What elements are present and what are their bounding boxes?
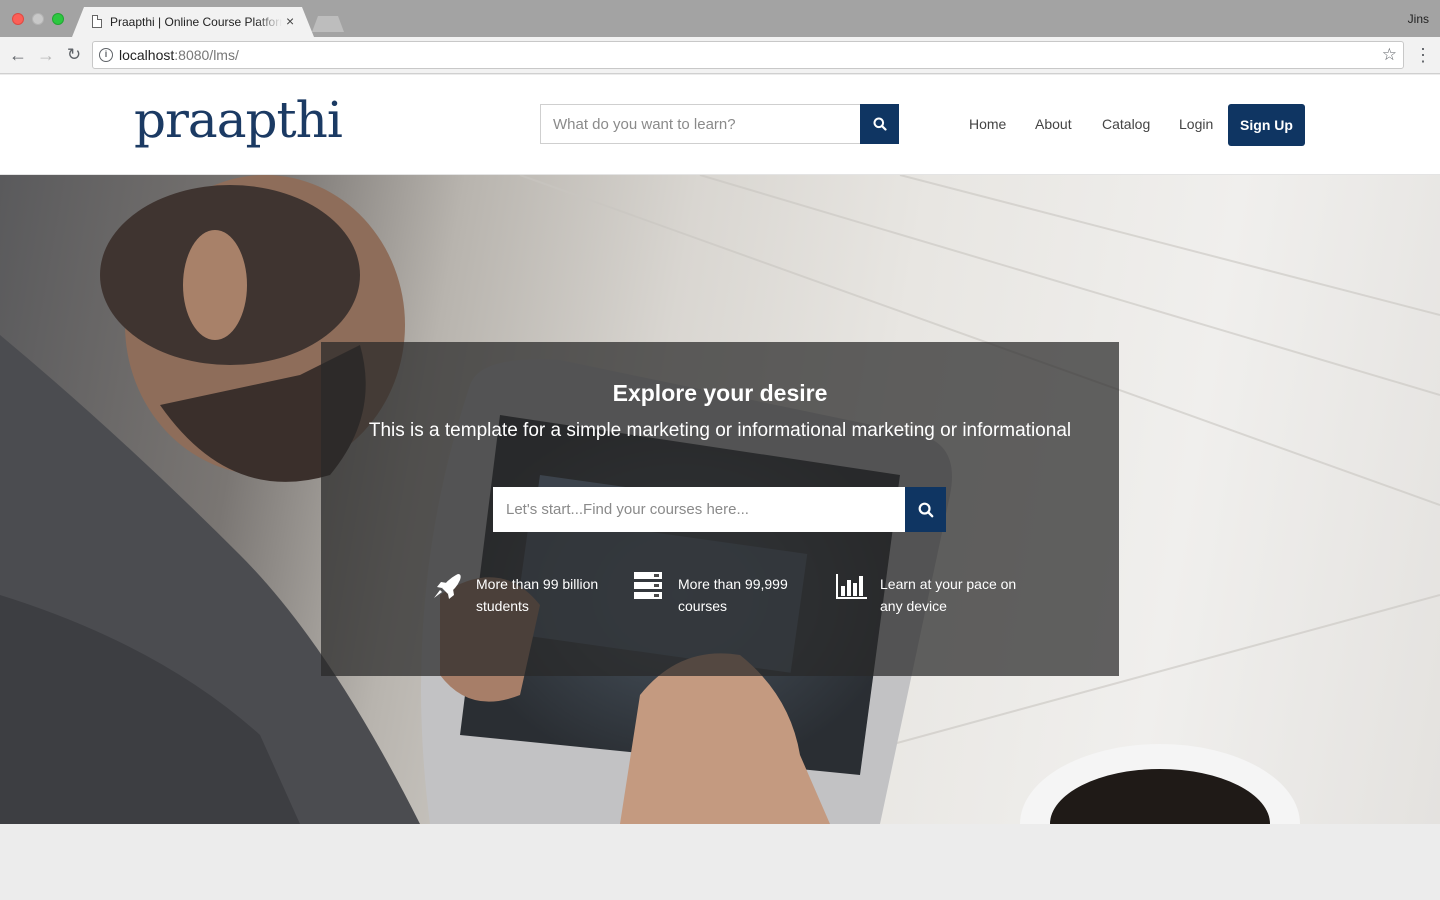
browser-tab-bar: Praapthi | Online Course Platform × Jins bbox=[0, 0, 1440, 37]
feature-pace-text: Learn at your pace on any device bbox=[880, 576, 1017, 614]
bar-chart-icon bbox=[836, 574, 867, 599]
header-search bbox=[540, 104, 899, 144]
course-search-button[interactable] bbox=[905, 487, 946, 532]
browser-menu-icon[interactable]: ⋮ bbox=[1414, 45, 1432, 65]
site-header: praapthi Home About Catalog Login Sign U… bbox=[0, 75, 1440, 175]
forward-arrow-icon[interactable]: → bbox=[36, 45, 56, 65]
reload-icon[interactable]: ↻ bbox=[64, 45, 84, 65]
tab-close-icon[interactable]: × bbox=[286, 13, 294, 29]
server-icon bbox=[634, 572, 662, 599]
search-icon bbox=[873, 117, 887, 131]
sign-up-button[interactable]: Sign Up bbox=[1228, 104, 1305, 146]
new-tab-button[interactable] bbox=[312, 16, 344, 32]
logo-text: praapthi bbox=[134, 91, 343, 149]
hero-section: Explore your desire This is a template f… bbox=[0, 175, 1440, 824]
nav-home[interactable]: Home bbox=[969, 116, 1006, 132]
hero-panel: Explore your desire This is a template f… bbox=[321, 342, 1119, 676]
hero-title: Explore your desire bbox=[612, 380, 828, 406]
feature-students-text: More than 99 billion students bbox=[476, 576, 599, 614]
address-bar[interactable]: i localhost:8080/lms/ ☆ bbox=[92, 41, 1404, 69]
close-window-button[interactable] bbox=[12, 13, 24, 25]
feature-courses-text: More than 99,999 courses bbox=[678, 576, 788, 614]
back-arrow-icon[interactable]: ← bbox=[8, 45, 28, 65]
bookmark-star-icon[interactable]: ☆ bbox=[1382, 45, 1397, 65]
profile-name[interactable]: Jins bbox=[1408, 12, 1429, 26]
nav-login[interactable]: Login bbox=[1179, 116, 1213, 132]
url-host: localhost bbox=[119, 47, 175, 63]
course-search-input[interactable] bbox=[493, 487, 906, 532]
page-footer-area bbox=[0, 824, 1440, 900]
nav-about[interactable]: About bbox=[1035, 116, 1072, 132]
rocket-icon bbox=[434, 574, 461, 599]
hero-search bbox=[493, 487, 946, 532]
minimize-window-button[interactable] bbox=[32, 13, 44, 25]
tab-title: Praapthi | Online Course Platform bbox=[110, 15, 282, 29]
page-icon bbox=[92, 15, 102, 28]
url-text[interactable]: localhost:8080/lms/ bbox=[119, 47, 239, 63]
nav-catalog[interactable]: Catalog bbox=[1102, 116, 1150, 132]
praapthi-logo[interactable]: praapthi bbox=[134, 86, 343, 156]
hero-subtitle: This is a template for a simple marketin… bbox=[368, 420, 1072, 441]
header-search-input[interactable] bbox=[540, 104, 861, 144]
url-path: :8080/lms/ bbox=[174, 47, 239, 63]
info-icon[interactable]: i bbox=[99, 48, 113, 62]
maximize-window-button[interactable] bbox=[52, 13, 64, 25]
search-icon bbox=[918, 502, 933, 517]
browser-toolbar: ← → ↻ i localhost:8080/lms/ ☆ ⋮ bbox=[0, 37, 1440, 74]
header-search-button[interactable] bbox=[860, 104, 899, 144]
browser-tab[interactable]: Praapthi | Online Course Platform × bbox=[72, 7, 314, 37]
